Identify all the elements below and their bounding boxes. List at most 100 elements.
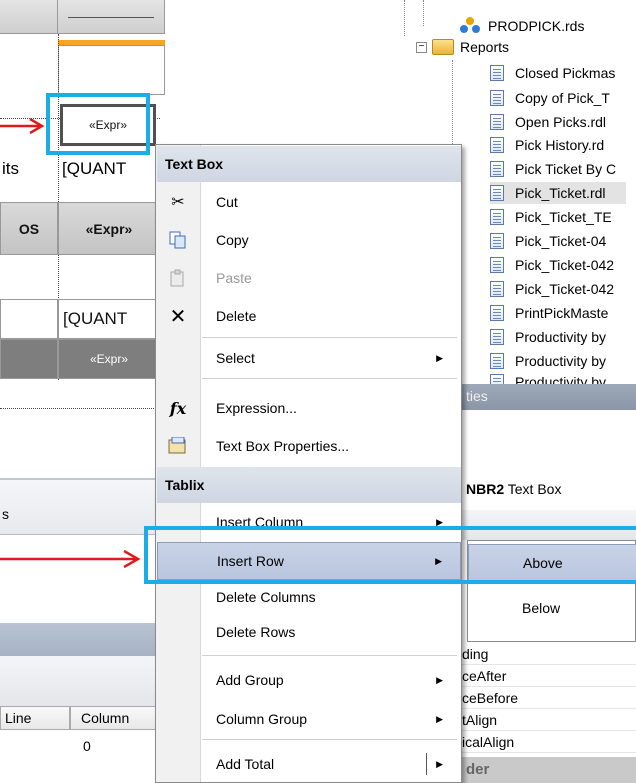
tree-item-report[interactable]: PrintPickMaste (490, 302, 608, 324)
column-handle-line (68, 17, 154, 18)
menu-separator (202, 337, 457, 338)
tablix-column-header[interactable] (0, 0, 58, 34)
tree-item-label: Open Picks.rdl (515, 114, 607, 130)
report-file-icon (490, 65, 504, 81)
menu-item-label: Delete Columns (216, 589, 316, 605)
header-cell-expr[interactable]: «Expr» (58, 202, 160, 255)
tree-item-report[interactable]: Pick_Ticket-042 (490, 254, 614, 276)
object-name: NBR2 (466, 481, 505, 497)
menu-item-column-group[interactable]: Column Group ▶ (157, 700, 461, 738)
menu-item-label: Delete (216, 308, 257, 324)
grid-header-line-text: Line (5, 710, 32, 726)
lower-panel-tab-label[interactable]: s (2, 506, 9, 522)
property-row[interactable]: ceBefore (462, 687, 636, 709)
report-file-icon (490, 137, 504, 153)
property-row[interactable]: ding (462, 643, 636, 665)
tree-item-label: Pick_Ticket-042 (515, 281, 615, 297)
menu-separator (202, 739, 457, 740)
tree-item-label: Pick History.rd (515, 137, 605, 153)
grid-header-column[interactable]: Column (70, 706, 160, 730)
tree-item-report[interactable]: Pick_Ticket-042 (490, 278, 614, 300)
tree-item-report[interactable]: Pick Ticket By C (490, 158, 616, 180)
quantity-text: [QUANT (63, 309, 128, 328)
tree-item-report-selected[interactable]: Pick_Ticket.rdl (490, 182, 626, 204)
tree-item-label: Productivity by (515, 329, 607, 345)
tree-item-report[interactable]: Pick_Ticket-04 (490, 230, 606, 252)
menu-item-paste[interactable]: Paste (157, 259, 461, 297)
detail-cell-left[interactable] (0, 299, 58, 339)
tree-item-report[interactable]: Closed Pickmas (490, 62, 615, 84)
menu-item-add-total[interactable]: Add Total ▶ (157, 745, 461, 783)
collapse-toggle-icon[interactable]: − (416, 42, 427, 53)
report-file-icon (490, 329, 504, 345)
menu-item-add-group[interactable]: Add Group ▶ (157, 661, 461, 699)
menu-item-copy[interactable]: Copy (157, 221, 461, 259)
tablix-row-guide (0, 408, 160, 409)
submenu-arrow-icon: ▶ (436, 674, 443, 685)
tree-guide-vertical (423, 0, 424, 26)
submenu-item-below[interactable]: Below (468, 589, 636, 627)
label-its: its (2, 159, 19, 178)
report-file-icon (490, 90, 504, 106)
object-type: Text Box (507, 481, 562, 497)
context-menu: Text Box ✂ Cut Copy Paste ✕ Delete Selec… (155, 144, 462, 783)
tree-guide-vertical (404, 0, 405, 36)
quantity-textbox[interactable]: [QUANT (62, 159, 126, 179)
error-list-toolbar (0, 656, 160, 706)
tree-item-report[interactable]: Pick_Ticket_TE (490, 206, 612, 228)
grid-header-line[interactable]: Line (0, 706, 70, 730)
tablix-column-header-selected[interactable] (58, 0, 165, 34)
report-file-icon (490, 233, 504, 249)
tree-item-report[interactable]: Productivity by (490, 374, 606, 384)
menu-item-label: Column Group (216, 711, 308, 727)
tree-folder-reports[interactable]: Reports (432, 36, 509, 58)
menu-item-cut[interactable]: ✂ Cut (157, 183, 461, 221)
property-name: tAlign (462, 711, 498, 728)
data-source-icon (460, 17, 480, 35)
highlight-box-textbox (46, 93, 150, 155)
property-row[interactable]: icalAlign (462, 731, 636, 753)
tree-item-data-source[interactable]: PRODPICK.rds (460, 15, 584, 37)
submenu-label: Below (522, 600, 561, 616)
menu-item-label: Add Group (216, 672, 284, 688)
report-file-icon (490, 161, 504, 177)
menu-item-label: Text Box Properties... (216, 438, 350, 454)
menu-item-delete[interactable]: ✕ Delete (157, 297, 461, 335)
menu-item-expression[interactable]: fx Expression... (157, 389, 461, 427)
footer-cell-left[interactable] (0, 339, 58, 379)
menu-item-label: Select (216, 350, 255, 366)
highlight-box-insert-row (144, 526, 636, 584)
grid-cell-value: 0 (83, 738, 91, 754)
tree-item-report[interactable]: Copy of Pick_T (490, 87, 610, 109)
quantity-detail-textbox[interactable]: [QUANT (58, 299, 160, 339)
grid-header-column-text: Column (81, 710, 130, 726)
property-row[interactable]: ceAfter (462, 665, 636, 687)
menu-item-select[interactable]: Select ▶ (157, 339, 461, 377)
menu-item-label: Cut (216, 194, 238, 210)
lower-panel-tabstrip[interactable]: s (0, 480, 160, 535)
tree-item-report[interactable]: Productivity by (490, 350, 606, 372)
arrow-pointer-2 (0, 550, 141, 568)
menu-separator (202, 655, 457, 656)
empty-cell[interactable] (58, 45, 165, 95)
property-category[interactable]: der (462, 757, 636, 783)
tree-item-report[interactable]: Open Picks.rdl (490, 111, 606, 133)
menu-item-label: Add Total (216, 756, 275, 772)
expr-text: «Expr» (89, 352, 129, 366)
paste-icon (167, 267, 189, 289)
property-row[interactable]: tAlign (462, 709, 636, 731)
menu-item-delete-rows[interactable]: Delete Rows (157, 613, 461, 651)
tree-item-report[interactable]: Productivity by (490, 326, 606, 348)
footer-cell-expr[interactable]: «Expr» (58, 339, 160, 379)
error-list-titlebar (0, 623, 160, 656)
tree-item-label: Copy of Pick_T (515, 90, 610, 106)
property-name: ceBefore (462, 689, 519, 706)
menu-header-text-box: Text Box (157, 146, 461, 182)
tree-item-report[interactable]: Pick History.rd (490, 134, 604, 156)
header-cell-os[interactable]: OS (0, 202, 58, 255)
os-text: OS (18, 220, 40, 237)
header-label: Tablix (165, 477, 205, 493)
menu-item-text-box-properties[interactable]: Text Box Properties... (157, 427, 461, 465)
menu-header-tablix: Tablix (157, 467, 461, 503)
report-file-icon (490, 353, 504, 369)
